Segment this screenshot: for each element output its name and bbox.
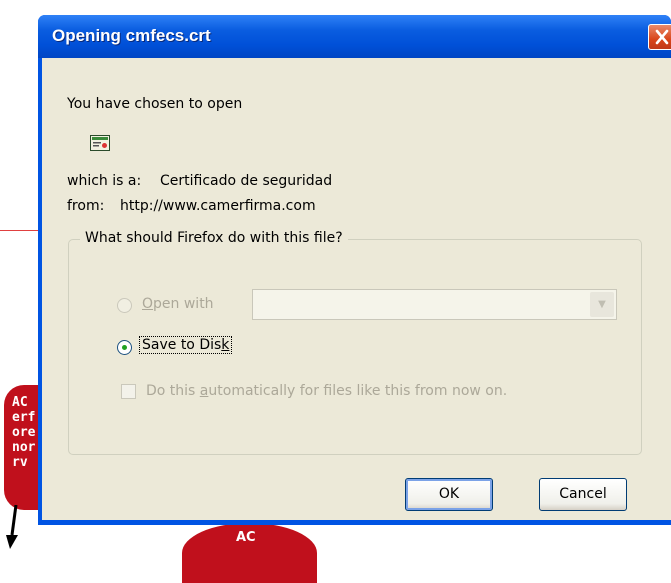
open-with-label: Open with: [142, 296, 214, 312]
radio-selected-dot: [122, 345, 127, 350]
source-label: from:: [67, 198, 105, 214]
background-arrow-icon: [6, 505, 18, 549]
close-button[interactable]: [648, 24, 671, 50]
download-dialog: Opening cmfecs.crt You have chosen to op…: [38, 15, 671, 525]
cancel-button[interactable]: Cancel: [539, 478, 627, 511]
auto-checkbox[interactable]: [121, 384, 136, 399]
save-to-disk-radio[interactable]: [117, 340, 132, 355]
dialog-body: You have chosen to open which is a: Cert…: [42, 58, 671, 520]
intro-text: You have chosen to open: [67, 96, 243, 112]
file-type-value: Certificado de seguridad: [160, 173, 333, 189]
source-value: http://www.camerfirma.com: [120, 198, 316, 214]
open-with-select[interactable]: ▼: [252, 289, 617, 320]
close-icon: [655, 29, 669, 45]
save-to-disk-label[interactable]: Save to Disk: [139, 336, 233, 354]
chevron-down-icon[interactable]: ▼: [590, 292, 614, 317]
dialog-title: Opening cmfecs.crt: [52, 26, 211, 45]
certificate-icon: [90, 135, 110, 151]
action-question: What should Firefox do with this file?: [80, 230, 348, 246]
auto-label: Do this automatically for files like thi…: [146, 383, 508, 399]
title-bar[interactable]: Opening cmfecs.crt: [38, 15, 671, 58]
file-type-label: which is a:: [67, 173, 142, 189]
ok-button[interactable]: OK: [405, 478, 493, 511]
background-circle-text: AC: [236, 530, 256, 545]
open-with-radio[interactable]: [117, 298, 132, 313]
